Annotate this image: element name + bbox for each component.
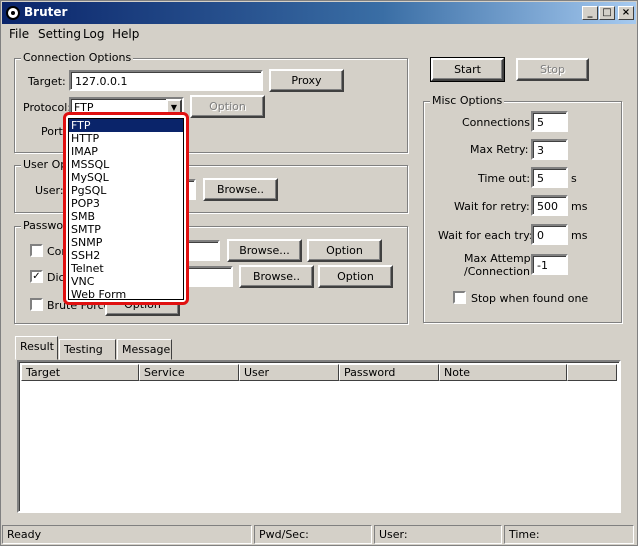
app-logo-icon <box>6 6 20 20</box>
connections-label: Connections: <box>462 116 534 129</box>
wait-retry-unit: ms <box>571 200 588 213</box>
column-header-note[interactable]: Note <box>439 364 567 381</box>
combo-browse-button[interactable]: Browse... <box>227 239 302 262</box>
column-header-user[interactable]: User <box>239 364 339 381</box>
combo-checkbox[interactable] <box>30 244 43 257</box>
title-bar: Bruter _ □ × <box>2 2 636 24</box>
protocol-option-ssh2[interactable]: SSH2 <box>69 249 183 262</box>
max-retry-label: Max Retry: <box>470 143 529 156</box>
tab-message[interactable]: Message <box>117 339 172 360</box>
status-bar: Ready Pwd/Sec: User: Time: <box>2 523 636 545</box>
protocol-dropdown: FTP HTTP IMAP MSSQL MySQL PgSQL POP3 SMB… <box>63 112 189 305</box>
status-pwd-sec: Pwd/Sec: <box>254 525 372 544</box>
stop-when-found-checkbox[interactable] <box>453 291 466 304</box>
wait-each-try-input[interactable]: 0 <box>531 224 568 245</box>
connections-input[interactable]: 5 <box>531 111 568 132</box>
protocol-option-vnc[interactable]: VNC <box>69 275 183 288</box>
misc-options-legend: Misc Options <box>430 94 505 107</box>
maximize-icon[interactable]: □ <box>599 6 615 20</box>
max-attempt-label-line2: /Connection: <box>464 265 534 278</box>
wait-each-try-label: Wait for each try: <box>438 229 533 242</box>
wait-retry-label: Wait for retry: <box>454 200 530 213</box>
menu-setting[interactable]: Setting <box>38 27 81 41</box>
protocol-option-mysql[interactable]: MySQL <box>69 171 183 184</box>
menu-file[interactable]: File <box>9 27 29 41</box>
protocol-label: Protocol: <box>23 101 72 114</box>
max-attempt-input[interactable]: -1 <box>531 254 568 275</box>
status-ready: Ready <box>2 525 252 544</box>
status-time: Time: <box>504 525 634 544</box>
tab-testing[interactable]: Testing <box>59 339 116 360</box>
protocol-option-mssql[interactable]: MSSQL <box>69 158 183 171</box>
wait-each-try-unit: ms <box>571 229 588 242</box>
protocol-option-http[interactable]: HTTP <box>69 132 183 145</box>
timeout-label: Time out: <box>478 172 531 185</box>
column-header-password[interactable]: Password <box>339 364 439 381</box>
protocol-option-telnet[interactable]: Telnet <box>69 262 183 275</box>
protocol-option-button[interactable]: Option <box>190 95 265 118</box>
timeout-unit: s <box>571 172 577 185</box>
column-header-filler <box>567 364 617 381</box>
max-attempt-label-line1: Max Attempt <box>464 252 535 265</box>
status-user: User: <box>374 525 502 544</box>
menu-help[interactable]: Help <box>112 27 139 41</box>
target-label: Target: <box>28 75 66 88</box>
brute-force-checkbox[interactable] <box>30 298 43 311</box>
stop-when-found-label: Stop when found one <box>471 292 589 305</box>
combo-option-button[interactable]: Option <box>307 239 382 262</box>
connection-options-legend: Connection Options <box>21 51 134 64</box>
wait-retry-input[interactable]: 500 <box>531 195 568 216</box>
user-browse-button[interactable]: Browse.. <box>203 178 278 201</box>
dictionary-browse-button[interactable]: Browse.. <box>239 265 314 288</box>
stop-button[interactable]: Stop <box>516 58 589 81</box>
target-input[interactable]: 127.0.0.1 <box>69 70 263 91</box>
protocol-option-smtp[interactable]: SMTP <box>69 223 183 236</box>
dictionary-checkbox[interactable]: ✓ <box>30 270 43 283</box>
protocol-option-ftp[interactable]: FTP <box>69 119 183 132</box>
protocol-option-imap[interactable]: IMAP <box>69 145 183 158</box>
close-icon[interactable]: × <box>618 6 634 20</box>
timeout-input[interactable]: 5 <box>531 167 568 188</box>
column-header-service[interactable]: Service <box>139 364 239 381</box>
protocol-option-snmp[interactable]: SNMP <box>69 236 183 249</box>
proxy-button[interactable]: Proxy <box>269 69 344 92</box>
port-label: Port <box>41 125 63 138</box>
tab-result[interactable]: Result <box>15 336 58 360</box>
menu-log[interactable]: Log <box>83 27 104 41</box>
app-window: Bruter _ □ × File Setting Log Help Conne… <box>0 0 638 546</box>
start-button[interactable]: Start <box>430 57 505 82</box>
protocol-option-pgsql[interactable]: PgSQL <box>69 184 183 197</box>
column-header-target[interactable]: Target <box>21 364 139 381</box>
result-list[interactable]: Target Service User Password Note <box>17 360 621 513</box>
protocol-option-smb[interactable]: SMB <box>69 210 183 223</box>
protocol-dropdown-list: FTP HTTP IMAP MSSQL MySQL PgSQL POP3 SMB… <box>68 118 184 301</box>
menu-bar: File Setting Log Help <box>2 24 636 43</box>
minimize-icon[interactable]: _ <box>582 6 598 20</box>
protocol-option-pop3[interactable]: POP3 <box>69 197 183 210</box>
protocol-option-web-form[interactable]: Web Form <box>69 288 183 301</box>
user-label: User: <box>35 184 64 197</box>
dictionary-option-button[interactable]: Option <box>318 265 393 288</box>
window-title: Bruter <box>24 5 68 19</box>
max-retry-input[interactable]: 3 <box>531 139 568 160</box>
